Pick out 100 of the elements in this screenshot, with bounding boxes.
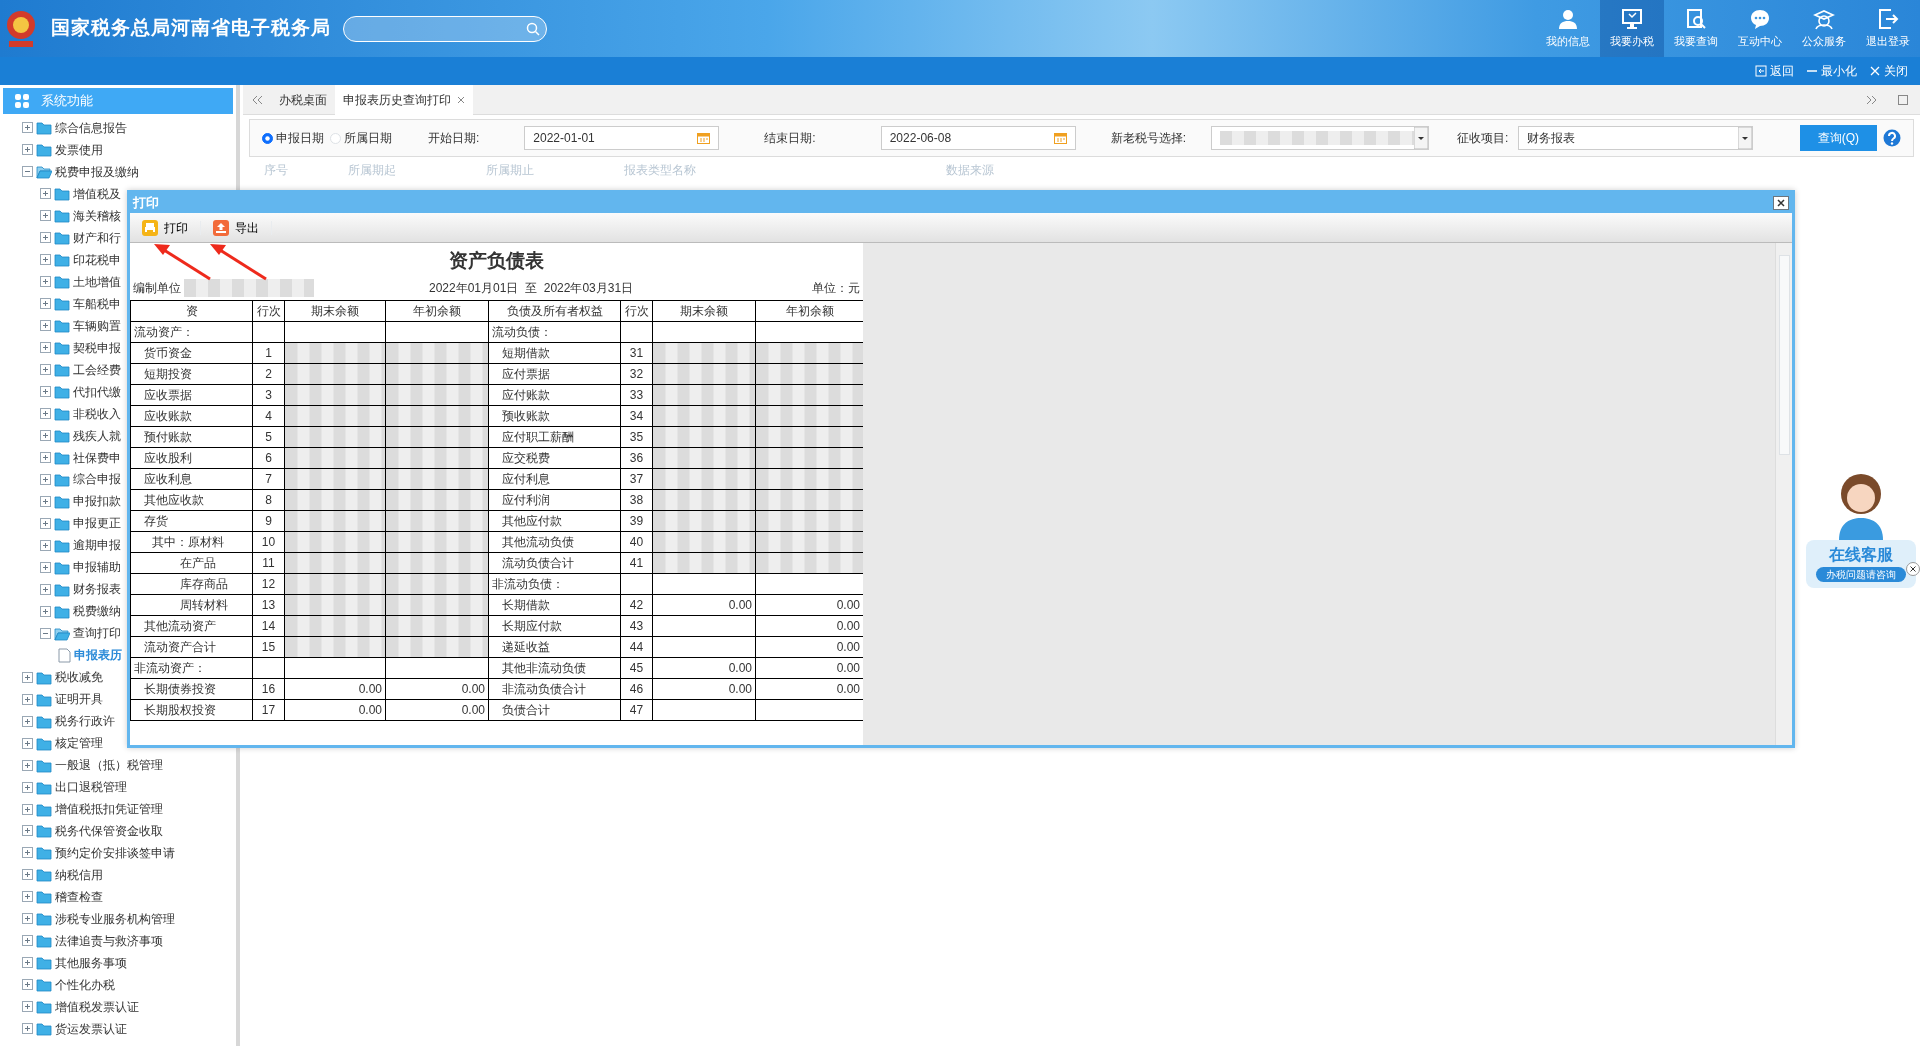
search-field[interactable] (343, 15, 547, 42)
expand-toggle[interactable] (40, 452, 51, 463)
tree-item[interactable]: 财务报表 (73, 580, 121, 599)
tree-item[interactable]: 综合申报 (73, 470, 121, 489)
window-action[interactable]: 关闭 (1869, 62, 1908, 80)
tree-item[interactable]: 申报扣款 (73, 492, 121, 511)
expand-toggle[interactable] (40, 342, 51, 354)
tree-item[interactable]: 增值税及 (73, 184, 121, 203)
expand-toggle[interactable] (22, 122, 33, 134)
tree-item[interactable]: 契税申报 (73, 338, 121, 357)
tab[interactable]: 办税桌面 (271, 84, 335, 115)
expand-toggle[interactable] (40, 320, 51, 332)
window-action[interactable]: 最小化 (1806, 62, 1857, 80)
tree-item[interactable]: 社保费申 (73, 448, 121, 467)
toolbar-button[interactable]: 打印 (136, 214, 194, 241)
expand-toggle[interactable] (22, 869, 33, 881)
tree-item[interactable]: 车辆购置 (73, 316, 121, 335)
expand-toggle[interactable] (40, 210, 51, 222)
nav-item[interactable]: 退出登录 (1856, 0, 1920, 57)
tree-item[interactable]: 稽查检查 (55, 887, 103, 906)
collapse-toggle[interactable] (40, 627, 51, 639)
window-action[interactable]: 返回 (1755, 62, 1794, 80)
toolbar-button[interactable]: 导出 (207, 214, 265, 241)
expand-toggle[interactable] (40, 188, 51, 200)
date-field[interactable]: 2022-06-08 (880, 126, 1076, 150)
tree-item[interactable]: 财产和行 (73, 228, 121, 247)
tree-item[interactable]: 增值税抵扣凭证管理 (55, 800, 163, 818)
tree-item[interactable]: 综合信息报告 (55, 119, 127, 137)
tree-item[interactable]: 申报表历 (74, 646, 122, 665)
expand-toggle[interactable] (40, 408, 51, 420)
select-field[interactable] (1211, 126, 1430, 150)
expand-toggle[interactable] (40, 495, 51, 507)
expand-toggle[interactable] (22, 979, 33, 991)
tree-item[interactable]: 发票使用 (55, 140, 103, 159)
scrollbar[interactable] (1775, 243, 1792, 745)
radio-button[interactable] (262, 132, 273, 144)
expand-toggle[interactable] (22, 715, 33, 727)
tree-item[interactable]: 逾期申报 (73, 536, 121, 555)
expand-toggle[interactable] (22, 847, 33, 859)
tree-item[interactable]: 申报辅助 (73, 558, 121, 577)
tree-item[interactable]: 涉税专业服务机构管理 (55, 909, 175, 928)
tree-item[interactable]: 一般退（抵）税管理 (55, 756, 163, 775)
expand-toggle[interactable] (22, 144, 33, 156)
expand-toggle[interactable] (22, 957, 33, 969)
tree-item[interactable]: 海关稽核 (73, 206, 121, 225)
tree-item[interactable]: 申报更正 (73, 514, 121, 533)
expand-toggle[interactable] (40, 386, 51, 398)
expand-toggle[interactable] (22, 825, 33, 837)
support-card[interactable]: 在线客服 办税问题请咨询 (1806, 540, 1916, 588)
expand-toggle[interactable] (40, 430, 51, 442)
expand-toggle[interactable] (22, 1001, 33, 1013)
tree-item[interactable]: 土地增值 (73, 272, 121, 291)
expand-toggle[interactable] (22, 913, 33, 925)
tree-item[interactable]: 个性化办税 (55, 975, 115, 994)
tree-item[interactable]: 税收减免 (55, 668, 103, 687)
tree-item[interactable]: 代扣代缴 (73, 382, 121, 401)
tree-item[interactable]: 税务行政许 (55, 712, 115, 731)
tree-item[interactable]: 查询打印 (73, 624, 121, 643)
expand-toggle[interactable] (40, 254, 51, 266)
nav-item[interactable]: 我要办税 (1600, 0, 1664, 57)
tree-item[interactable]: 税费缴纳 (73, 602, 121, 621)
tree-item[interactable]: 出口退税管理 (55, 778, 127, 797)
expand-toggle[interactable] (40, 583, 51, 595)
tree-item[interactable]: 增值税发票认证 (55, 997, 139, 1016)
tree-item[interactable]: 核定管理 (55, 734, 103, 753)
date-field[interactable]: 2022-01-01 (524, 126, 720, 150)
tab[interactable]: 申报表历史查询打印 (335, 84, 473, 115)
tree-item[interactable]: 法律追责与救济事项 (55, 931, 163, 950)
tree-item[interactable]: 证明开具 (55, 690, 103, 709)
close-button[interactable] (1773, 196, 1789, 210)
expand-toggle[interactable] (22, 1023, 33, 1035)
expand-toggle[interactable] (22, 737, 33, 749)
expand-toggle[interactable] (40, 364, 51, 376)
tree-item[interactable]: 残疾人就 (73, 426, 121, 445)
tree-item[interactable]: 税务代保管资金收取 (55, 822, 163, 840)
expand-toggle[interactable] (40, 561, 51, 573)
expand-toggle[interactable] (40, 605, 51, 617)
expand-toggle[interactable] (22, 803, 33, 815)
expand-toggle[interactable] (22, 693, 33, 705)
tree-item[interactable]: 印花税申 (73, 250, 121, 269)
nav-item[interactable]: 公众服务 (1792, 0, 1856, 57)
tree-item[interactable]: 非税收入 (73, 404, 121, 423)
select-field[interactable]: 财务报表 (1518, 126, 1754, 150)
expand-toggle[interactable] (40, 474, 51, 485)
expand-toggle[interactable] (22, 891, 33, 903)
tree-item[interactable]: 其他服务事项 (55, 953, 127, 972)
expand-toggle[interactable] (40, 539, 51, 551)
tree-item[interactable]: 税费申报及缴纳 (55, 162, 139, 181)
tree-item[interactable]: 车船税申 (73, 294, 121, 313)
expand-toggle[interactable] (22, 935, 33, 947)
expand-toggle[interactable] (40, 276, 51, 288)
tree-item[interactable]: 预约定价安排谈签申请 (55, 843, 175, 862)
expand-toggle[interactable] (22, 759, 33, 771)
tree-item[interactable]: 工会经费 (73, 360, 121, 379)
expand-toggle[interactable] (22, 781, 33, 793)
expand-toggle[interactable] (22, 671, 33, 683)
tree-item[interactable]: 纳税信用 (55, 865, 103, 884)
expand-toggle[interactable] (40, 232, 51, 244)
expand-toggle[interactable] (40, 517, 51, 529)
collapse-toggle[interactable] (22, 166, 33, 178)
